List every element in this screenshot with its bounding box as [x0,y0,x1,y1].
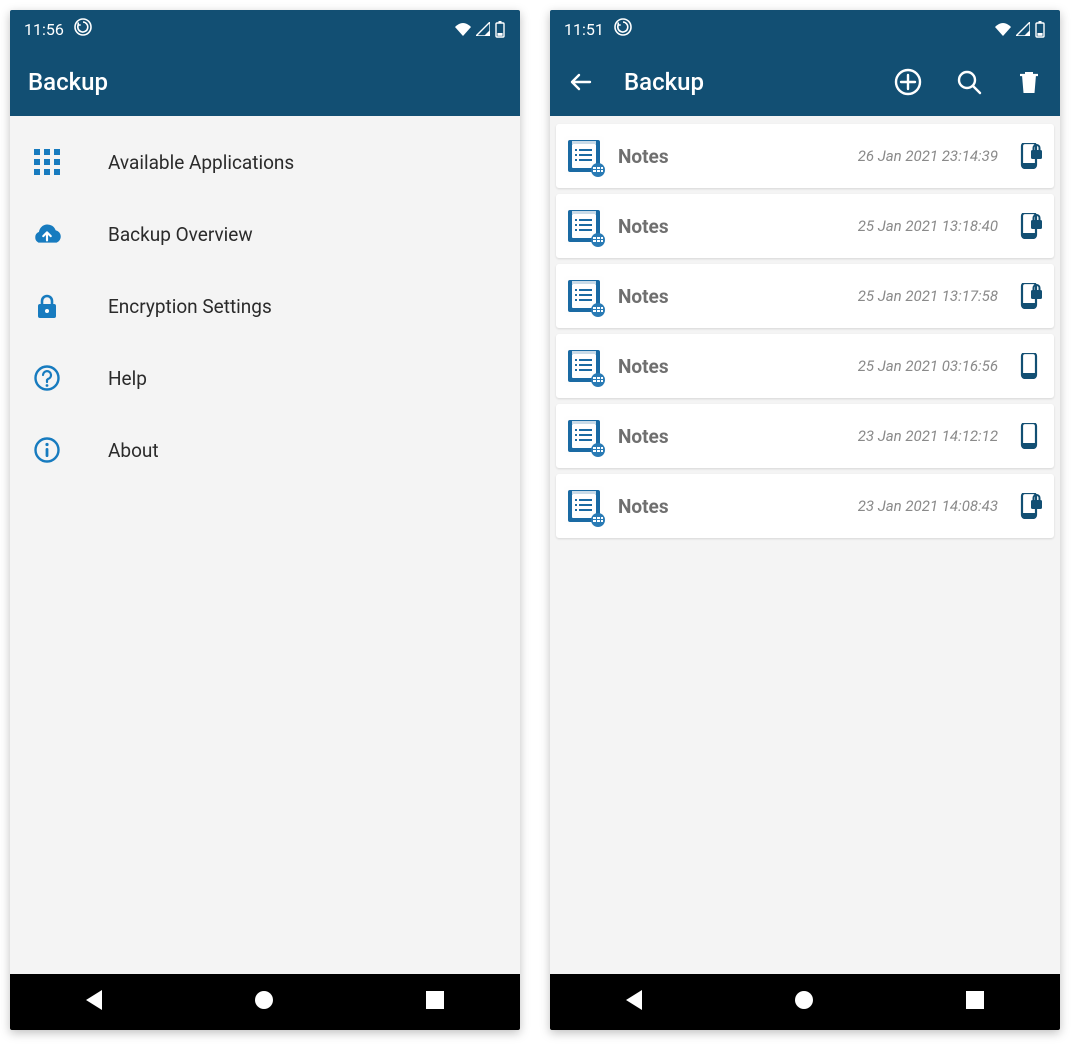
menu-label: Backup Overview [108,223,253,246]
app-bar-title: Backup [28,68,108,96]
phone-encrypted-icon [1016,283,1044,309]
add-button[interactable] [894,68,922,96]
backup-timestamp: 23 Jan 2021 14:12:12 [858,427,998,445]
notes-app-icon [562,204,606,248]
menu-label: Encryption Settings [108,295,272,318]
backup-timestamp: 25 Jan 2021 13:18:40 [858,217,998,235]
phone-right: 11:51 Backup Notes 26 Jan 2021 23:14:39 [550,10,1060,1030]
phone-encrypted-icon [1016,143,1044,169]
notes-app-icon [562,484,606,528]
menu-item-encryption-settings[interactable]: Encryption Settings [10,270,520,342]
backup-timestamp: 25 Jan 2021 03:16:56 [858,357,998,375]
delete-button[interactable] [1016,69,1042,95]
battery-icon [1034,21,1046,38]
status-bar: 11:51 [550,10,1060,48]
status-time: 11:56 [24,20,64,39]
app-bar: Backup [10,48,520,116]
menu-label: Available Applications [108,151,294,174]
backup-name: Notes [618,215,669,238]
notes-app-icon [562,414,606,458]
wifi-icon [454,22,472,36]
nav-back-button[interactable] [86,990,102,1014]
sync-icon [74,18,92,40]
status-bar: 11:56 [10,10,520,48]
status-time: 11:51 [564,20,604,39]
menu-item-about[interactable]: About [10,414,520,486]
nav-recent-button[interactable] [966,991,984,1013]
phone-icon [1016,353,1044,379]
backup-timestamp: 26 Jan 2021 23:14:39 [858,147,998,165]
menu-list: Available Applications Backup Overview E… [10,116,520,496]
menu-label: About [108,439,159,462]
backup-name: Notes [618,285,669,308]
menu-item-backup-overview[interactable]: Backup Overview [10,198,520,270]
cell-signal-icon [1016,22,1030,36]
backup-card[interactable]: Notes 23 Jan 2021 14:08:43 [556,474,1054,538]
cloud-upload-icon [32,223,62,245]
backup-timestamp: 25 Jan 2021 13:17:58 [858,287,998,305]
backup-timestamp: 23 Jan 2021 14:08:43 [858,497,998,515]
cell-signal-icon [476,22,490,36]
phone-encrypted-icon [1016,493,1044,519]
backup-name: Notes [618,495,669,518]
nav-home-button[interactable] [254,990,274,1014]
sync-icon [614,18,632,40]
phone-left: 11:56 Backup Available Applications Back… [10,10,520,1030]
menu-label: Help [108,367,147,390]
app-bar: Backup [550,48,1060,116]
backup-name: Notes [618,355,669,378]
backup-name: Notes [618,425,669,448]
phone-icon [1016,423,1044,449]
info-icon [32,437,62,463]
backup-card[interactable]: Notes 25 Jan 2021 13:17:58 [556,264,1054,328]
phone-encrypted-icon [1016,213,1044,239]
backup-card[interactable]: Notes 23 Jan 2021 14:12:12 [556,404,1054,468]
app-bar-title: Backup [624,68,704,96]
notes-app-icon [562,274,606,318]
content-area: Notes 26 Jan 2021 23:14:39 Notes 25 Jan … [550,116,1060,974]
notes-app-icon [562,344,606,388]
notes-app-icon [562,134,606,178]
nav-back-button[interactable] [626,990,642,1014]
backup-card[interactable]: Notes 26 Jan 2021 23:14:39 [556,124,1054,188]
menu-item-help[interactable]: Help [10,342,520,414]
nav-bar [550,974,1060,1030]
backup-list: Notes 26 Jan 2021 23:14:39 Notes 25 Jan … [550,116,1060,552]
backup-card[interactable]: Notes 25 Jan 2021 13:18:40 [556,194,1054,258]
back-button[interactable] [568,70,594,94]
help-icon [32,365,62,391]
nav-home-button[interactable] [794,990,814,1014]
backup-name: Notes [618,145,669,168]
battery-icon [494,21,506,38]
backup-card[interactable]: Notes 25 Jan 2021 03:16:56 [556,334,1054,398]
search-button[interactable] [956,69,982,95]
lock-icon [32,293,62,319]
menu-item-available-applications[interactable]: Available Applications [10,126,520,198]
apps-grid-icon [32,149,62,175]
nav-recent-button[interactable] [426,991,444,1013]
content-area: Available Applications Backup Overview E… [10,116,520,974]
nav-bar [10,974,520,1030]
wifi-icon [994,22,1012,36]
